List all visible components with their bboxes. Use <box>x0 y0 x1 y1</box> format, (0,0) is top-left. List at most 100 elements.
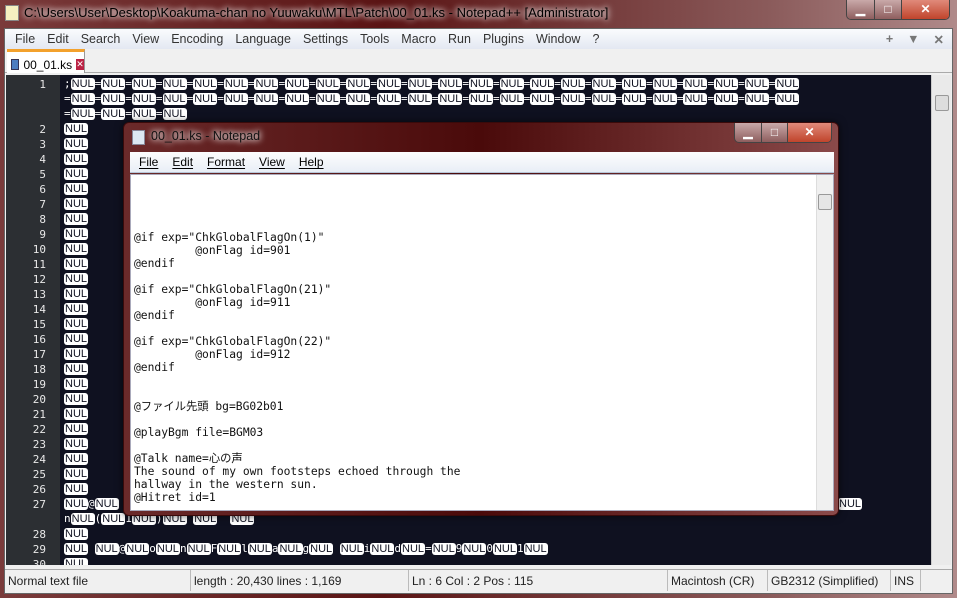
nul-char-marker: NUL <box>155 543 180 555</box>
status-length: length : 20,430 lines : 1,169 <box>191 570 409 591</box>
status-eol: Macintosh (CR) <box>668 570 768 591</box>
line-number: 5 <box>39 168 46 181</box>
menu-edit[interactable]: Edit <box>41 32 75 46</box>
nul-char-marker: NUL <box>64 198 89 210</box>
nul-char-marker: NUL <box>652 93 677 105</box>
nul-char-marker: NUL <box>683 78 708 90</box>
nul-char-marker: NUL <box>64 183 89 195</box>
close-button[interactable]: ✕ <box>902 0 949 19</box>
new-tab-icon[interactable]: + <box>886 32 893 47</box>
notepad-window-controls: ▁ □ ✕ <box>734 123 832 143</box>
nul-char-marker: NUL <box>407 93 432 105</box>
nul-char-marker: NUL <box>339 543 364 555</box>
line-number: 9 <box>39 228 46 241</box>
line-number: 1 <box>39 78 46 91</box>
notepad-content: @if exp="ChkGlobalFlagOn(1)" @onFlag id=… <box>134 231 461 504</box>
scrollbar-thumb[interactable] <box>935 95 949 111</box>
tab-list-icon[interactable]: ▼ <box>907 32 919 47</box>
notepadpp-app-icon <box>5 5 19 21</box>
notepad-window: 00_01.ks - Notepad ▁ □ ✕ File Edit Forma… <box>123 122 839 516</box>
line-number: 30 <box>32 558 46 565</box>
nul-char-marker: NUL <box>162 93 187 105</box>
menu-language[interactable]: Language <box>229 32 297 46</box>
nul-char-marker: NUL <box>64 153 89 165</box>
nul-char-marker: NUL <box>370 543 395 555</box>
menu-settings[interactable]: Settings <box>297 32 354 46</box>
nul-char-marker: NUL <box>101 108 126 120</box>
nul-char-marker: NUL <box>223 93 248 105</box>
line-number: 13 <box>32 288 46 301</box>
nul-char-marker: NUL <box>438 93 463 105</box>
code-line: NUL <box>64 316 89 331</box>
notepad-vertical-scrollbar[interactable] <box>816 175 833 510</box>
nul-char-marker: NUL <box>64 138 89 150</box>
code-line: =NUL=NUL=NUL=NUL=NUL=NUL=NUL=NUL=NUL=NUL… <box>64 92 800 105</box>
nul-char-marker: NUL <box>94 543 119 555</box>
nul-char-marker: NUL <box>377 93 402 105</box>
nul-char-marker: NUL <box>523 543 548 555</box>
notepad-menu-format[interactable]: Format <box>200 155 252 169</box>
nul-char-marker: NUL <box>64 303 89 315</box>
line-number: 4 <box>39 153 46 166</box>
nul-char-marker: NUL <box>162 108 187 120</box>
nul-char-marker: NUL <box>64 423 89 435</box>
notepad-title: 00_01.ks - Notepad <box>151 129 261 143</box>
nul-char-marker: NUL <box>125 543 150 555</box>
notepad-menu-help[interactable]: Help <box>292 155 331 169</box>
menu-window[interactable]: Window <box>530 32 586 46</box>
notepad-scrollbar-thumb[interactable] <box>818 194 832 210</box>
code-line: NUL <box>64 436 89 451</box>
code-line: NUL <box>64 376 89 391</box>
menu-file[interactable]: File <box>9 32 41 46</box>
close-tab-icon[interactable]: ✕ <box>76 59 84 70</box>
notepad-menu-edit[interactable]: Edit <box>165 155 200 169</box>
nul-char-marker: NUL <box>70 108 95 120</box>
nul-char-marker: NUL <box>499 78 524 90</box>
nul-char-marker: NUL <box>652 78 677 90</box>
line-number: 24 <box>32 453 46 466</box>
status-bar: Normal text file length : 20,430 lines :… <box>5 569 952 591</box>
tab-label: 00_01.ks <box>23 57 73 72</box>
menu-plugins[interactable]: Plugins <box>477 32 530 46</box>
nul-char-marker: NUL <box>622 78 647 90</box>
nul-char-marker: NUL <box>64 318 89 330</box>
notepad-menu-file[interactable]: File <box>132 155 165 169</box>
nul-char-marker: NUL <box>131 78 156 90</box>
nul-char-marker: NUL <box>64 168 89 180</box>
code-line: NUL <box>64 166 89 181</box>
menu-view[interactable]: View <box>126 32 165 46</box>
notepad-menu-view[interactable]: View <box>252 155 292 169</box>
code-line: NUL <box>64 211 89 226</box>
notepad-minimize-button[interactable]: ▁ <box>735 123 762 142</box>
code-line: NUL <box>64 361 89 376</box>
nul-char-marker: NUL <box>101 78 126 90</box>
nul-char-marker: NUL <box>744 93 769 105</box>
menu-encoding[interactable]: Encoding <box>165 32 229 46</box>
nul-char-marker: NUL <box>591 93 616 105</box>
tab-bar: 00_01.ks ✕ <box>5 49 952 73</box>
notepad-text-area[interactable]: @if exp="ChkGlobalFlagOn(1)" @onFlag id=… <box>130 174 834 511</box>
notepad-close-button[interactable]: ✕ <box>788 123 831 142</box>
menu-search[interactable]: Search <box>75 32 127 46</box>
maximize-button[interactable]: □ <box>875 0 902 19</box>
nul-char-marker: NUL <box>217 543 242 555</box>
nul-char-marker: NUL <box>285 93 310 105</box>
vertical-scrollbar[interactable] <box>931 75 951 565</box>
nul-char-marker: NUL <box>193 78 218 90</box>
line-number: 10 <box>32 243 46 256</box>
menu-help[interactable]: ? <box>586 32 605 46</box>
menu-tools[interactable]: Tools <box>354 32 395 46</box>
nul-char-marker: NUL <box>101 513 126 525</box>
tab-00-01-ks[interactable]: 00_01.ks ✕ <box>7 49 85 73</box>
notepad-maximize-button[interactable]: □ <box>762 123 788 142</box>
nul-char-marker: NUL <box>285 78 310 90</box>
menu-macro[interactable]: Macro <box>395 32 442 46</box>
close-doc-icon[interactable]: ✕ <box>934 32 944 47</box>
line-number: 22 <box>32 423 46 436</box>
nul-char-marker: NUL <box>64 453 89 465</box>
nul-char-marker: NUL <box>254 78 279 90</box>
nul-char-marker: NUL <box>64 528 89 540</box>
minimize-button[interactable]: ▁ <box>847 0 875 19</box>
nul-char-marker: NUL <box>560 93 585 105</box>
menu-run[interactable]: Run <box>442 32 477 46</box>
